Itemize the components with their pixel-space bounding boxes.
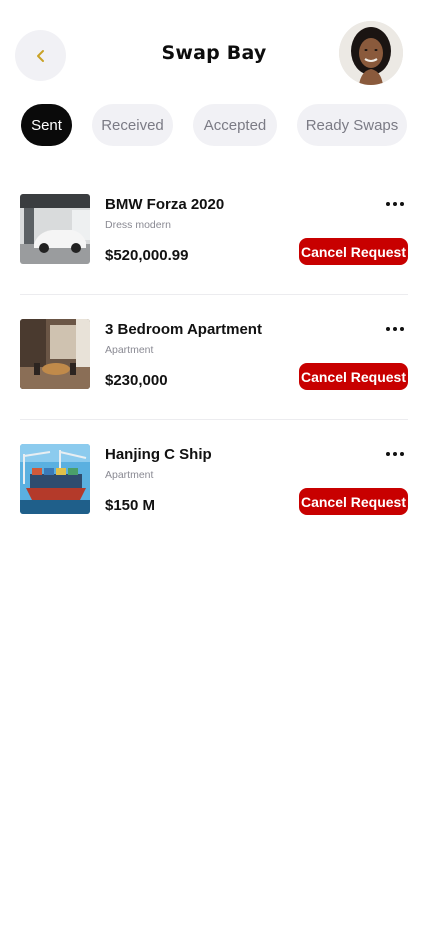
request-list: BMW Forza 2020 Dress modern $520,000.99 … [20, 170, 408, 545]
ship-photo [20, 444, 90, 514]
header: Swap Bay [0, 0, 428, 100]
item-price: $150 M [105, 497, 156, 514]
cancel-request-button[interactable]: Cancel Request [299, 363, 408, 390]
item-price: $230,000 [105, 372, 168, 389]
tab-received[interactable]: Received [92, 104, 173, 146]
list-item[interactable]: BMW Forza 2020 Dress modern $520,000.99 … [20, 170, 408, 295]
user-avatar-image [339, 21, 403, 85]
item-price: $520,000.99 [105, 247, 189, 264]
status-tabs: Sent Received Accepted Ready Swaps [0, 104, 428, 146]
more-options-icon[interactable] [386, 325, 404, 333]
item-subtitle: Dress modern [105, 219, 171, 231]
tab-accepted[interactable]: Accepted [193, 104, 277, 146]
item-subtitle: Apartment [105, 469, 154, 481]
cancel-request-button[interactable]: Cancel Request [299, 238, 408, 265]
avatar[interactable] [339, 21, 403, 85]
cancel-request-button[interactable]: Cancel Request [299, 488, 408, 515]
tab-sent[interactable]: Sent [21, 104, 72, 146]
apartment-photo [20, 319, 90, 389]
item-title: 3 Bedroom Apartment [105, 321, 262, 338]
list-item[interactable]: 3 Bedroom Apartment Apartment $230,000 C… [20, 295, 408, 420]
item-title: BMW Forza 2020 [105, 196, 225, 213]
more-options-icon[interactable] [386, 450, 404, 458]
item-title: Hanjing C Ship [105, 446, 212, 463]
list-item[interactable]: Hanjing C Ship Apartment $150 M Cancel R… [20, 420, 408, 545]
tab-ready-swaps[interactable]: Ready Swaps [297, 104, 407, 146]
item-subtitle: Apartment [105, 344, 154, 356]
car-photo [20, 194, 90, 264]
more-options-icon[interactable] [386, 200, 404, 208]
